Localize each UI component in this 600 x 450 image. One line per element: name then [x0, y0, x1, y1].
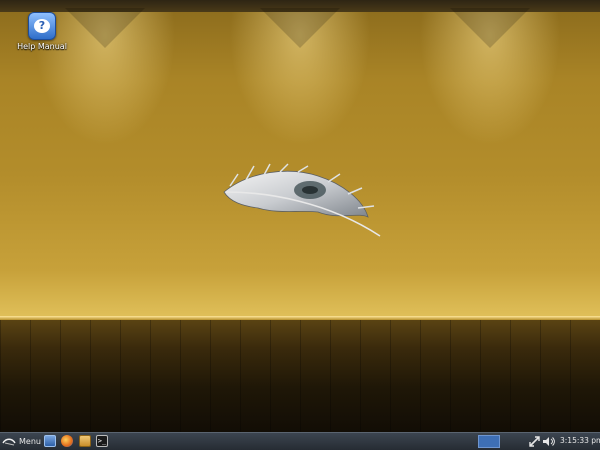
- ceiling-lamp: [450, 8, 530, 48]
- desktop-icon-label: Help Manual: [17, 42, 67, 51]
- ceiling-lamp: [260, 8, 340, 48]
- desktop: ? Help Manual Menu >_ 3:15:33 pm: [0, 0, 600, 450]
- wallpaper-floor: [0, 320, 600, 432]
- desktop-icon-help-manual[interactable]: ? Help Manual: [14, 12, 70, 51]
- menu-label: Menu: [19, 437, 41, 446]
- menu-button[interactable]: Menu: [2, 434, 41, 449]
- ceiling-lamp: [65, 8, 145, 48]
- firefox-icon[interactable]: [61, 435, 73, 447]
- help-icon: ?: [28, 12, 56, 40]
- file-manager-icon[interactable]: [79, 435, 91, 447]
- feather-logo: [223, 163, 381, 237]
- help-icon-glyph: ?: [34, 19, 50, 33]
- terminal-icon[interactable]: >_: [96, 435, 108, 447]
- show-desktop-icon[interactable]: [44, 435, 56, 447]
- workspace-switcher[interactable]: [478, 435, 500, 448]
- volume-icon[interactable]: [542, 435, 555, 448]
- network-icon[interactable]: [528, 435, 541, 448]
- clock[interactable]: 3:15:33 pm: [560, 436, 600, 445]
- feather-menu-icon: [2, 438, 16, 446]
- taskbar: Menu >_ 3:15:33 pm: [0, 432, 600, 450]
